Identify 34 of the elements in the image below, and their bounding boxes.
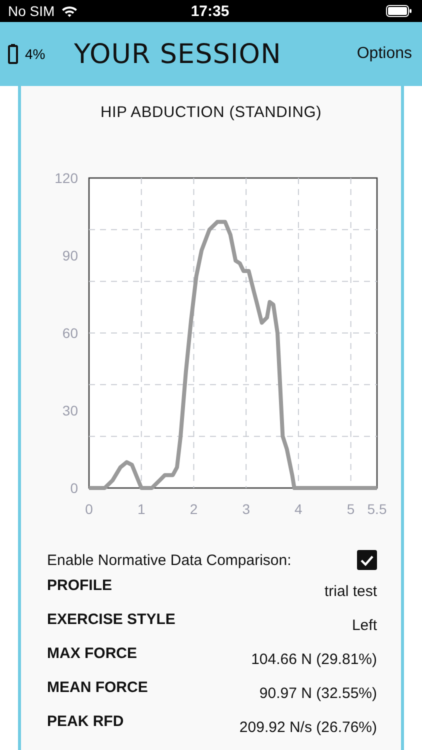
wifi-icon bbox=[60, 5, 78, 17]
stat-label: EXERCISE STYLE bbox=[47, 611, 176, 630]
y-tick-label: 30 bbox=[62, 402, 78, 418]
stat-value: 90.97 N (32.55%) bbox=[259, 685, 377, 704]
x-tick-label: 0 bbox=[85, 501, 93, 517]
x-tick-label: 5 bbox=[346, 501, 355, 517]
exercise-title: HIP ABDUCTION (STANDING) bbox=[100, 104, 322, 122]
stat-label: PEAK RFD bbox=[47, 713, 124, 732]
battery-icon bbox=[8, 44, 18, 64]
battery-icon bbox=[386, 5, 412, 17]
x-tick-label: 3 bbox=[242, 501, 250, 517]
stat-label: PROFILE bbox=[47, 577, 112, 596]
x-tick-label: 4 bbox=[294, 501, 302, 517]
y-tick-label: 0 bbox=[70, 480, 78, 496]
stat-value: 209.92 N/s (26.76%) bbox=[239, 719, 377, 738]
options-button[interactable]: Options bbox=[356, 45, 412, 63]
stat-value: trial test bbox=[324, 583, 377, 602]
stat-label: MEAN FORCE bbox=[47, 679, 148, 698]
check-icon bbox=[360, 554, 374, 566]
clock-text: 17:35 bbox=[190, 2, 230, 20]
y-tick-label: 90 bbox=[62, 248, 78, 264]
checkbox-label: Enable Normative Data Comparison: bbox=[47, 552, 292, 568]
screen-title: YOUR SESSION bbox=[74, 38, 282, 70]
y-tick-label: 120 bbox=[54, 170, 78, 186]
x-tick-label: 1 bbox=[137, 501, 146, 517]
stat-value: Left bbox=[352, 617, 377, 636]
stat-value: 104.66 N (29.81%) bbox=[251, 651, 377, 670]
normative-checkbox[interactable] bbox=[357, 550, 377, 570]
stat-label: MAX FORCE bbox=[47, 645, 137, 664]
x-tick-label: 2 bbox=[190, 501, 198, 517]
battery-percent: 4% bbox=[25, 46, 46, 62]
x-tick-label: 5.5 bbox=[367, 501, 387, 517]
carrier-text: No SIM bbox=[8, 3, 55, 19]
y-tick-label: 60 bbox=[62, 325, 78, 341]
